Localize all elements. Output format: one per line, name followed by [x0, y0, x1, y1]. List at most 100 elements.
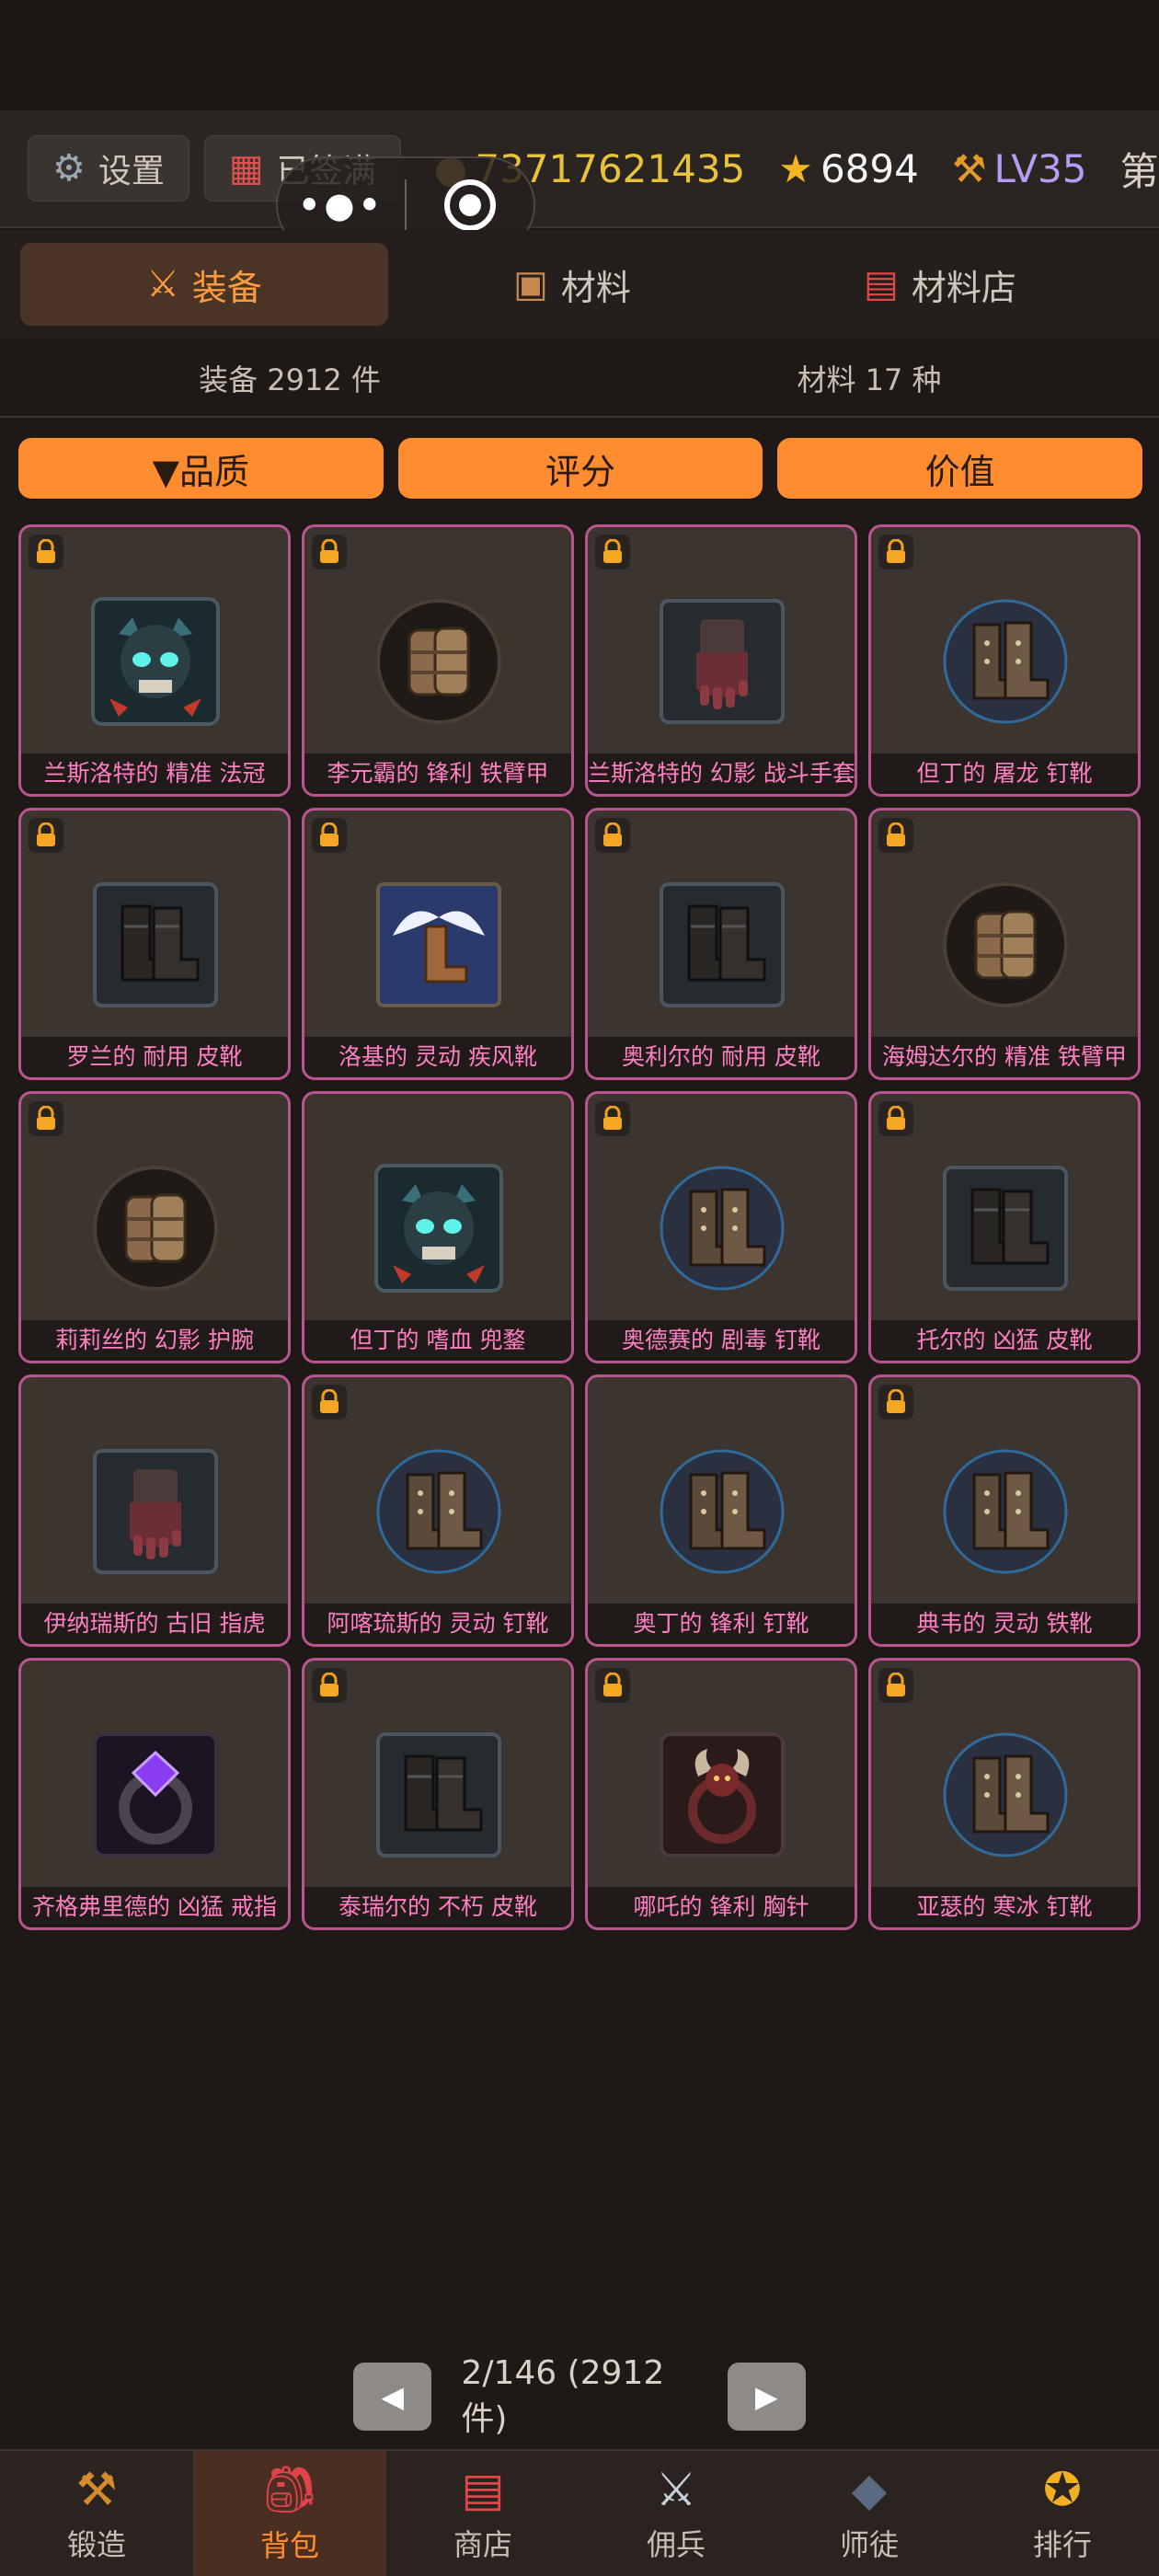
nav-forge-label: 锻造 [66, 2527, 126, 2562]
sort-bar: ▼品质 评分 价值 [18, 438, 1143, 499]
floor-value: 第 4 [1119, 148, 1159, 194]
leather-boots-icon [87, 877, 224, 1013]
settings-button[interactable]: ⚙ 设置 [28, 135, 189, 201]
nav-mentorship[interactable]: ◆ 师徒 [773, 2451, 966, 2576]
graduation-cap-icon: ◆ [851, 2463, 888, 2516]
tab-materials[interactable]: ▣ 材料 [388, 243, 756, 326]
top-resource-bar: ⚙ 设置 ▦ 已签满 ● 73717621435 ★ 6894 ⚒ LV35 第… [0, 110, 1159, 228]
item-name: 奥利尔的 耐用 皮靴 [588, 1037, 855, 1077]
sort-value-button[interactable]: 价值 [777, 438, 1143, 499]
item-name: 海姆达尔的 精准 铁臂甲 [871, 1037, 1138, 1077]
item-card[interactable]: 莉莉丝的 幻影 护腕 [18, 1091, 291, 1363]
nav-ranking[interactable]: ✪ 排行 [966, 2451, 1159, 2576]
prev-page-button[interactable]: ◀ [353, 2363, 432, 2431]
nav-backpack[interactable]: 🎒︎ 背包 [193, 2451, 386, 2576]
inventory-counts: 装备 2912 件 材料 17 种 [0, 340, 1159, 418]
demon-ring-icon [654, 1727, 790, 1863]
more-dots-icon: •●• [298, 185, 384, 225]
lock-icon [312, 1668, 347, 1703]
sort-quality-button[interactable]: ▼品质 [18, 438, 384, 499]
tab-material-store[interactable]: ▤ 材料店 [756, 243, 1124, 326]
lock-icon [878, 818, 913, 853]
item-card[interactable]: 哪吒的 锋利 胸针 [585, 1658, 857, 1930]
lock-icon [29, 1101, 63, 1136]
tab-materials-label: 材料 [560, 267, 631, 308]
lock-icon [595, 535, 630, 569]
item-card[interactable]: 齐格弗里德的 凶猛 戒指 [18, 1658, 291, 1930]
lock-icon [29, 535, 63, 569]
lock-icon [878, 1385, 913, 1420]
package-icon: ▣ [513, 263, 548, 305]
nav-shop[interactable]: ▤ 商店 [386, 2451, 580, 2576]
item-card[interactable]: 奥德赛的 剧毒 钉靴 [585, 1091, 857, 1363]
settings-label: 设置 [98, 153, 165, 190]
item-card[interactable]: 罗兰的 耐用 皮靴 [18, 808, 291, 1080]
nav-mercenary[interactable]: ⚔ 佣兵 [580, 2451, 773, 2576]
stars-display: ★ 6894 [778, 146, 919, 191]
item-card[interactable]: 奥丁的 锋利 钉靴 [585, 1374, 857, 1647]
item-card[interactable]: 伊纳瑞斯的 古旧 指虎 [18, 1374, 291, 1647]
nav-mentorship-label: 师徒 [839, 2527, 899, 2562]
level-value: LV35 [993, 145, 1087, 191]
lock-icon [878, 1668, 913, 1703]
bracer-icon [87, 1160, 224, 1296]
page-indicator: 2/146 (2912件) [461, 2353, 665, 2438]
category-tabs: ⚔ 装备 ▣ 材料 ▤ 材料店 [0, 230, 1159, 339]
winged-boot-icon [371, 877, 507, 1013]
item-card[interactable]: 典韦的 灵动 铁靴 [868, 1374, 1141, 1647]
chevron-left-icon: ◀ [381, 2379, 405, 2414]
item-card[interactable]: 但丁的 屠龙 钉靴 [868, 524, 1141, 797]
medal-icon: ✪ [1043, 2463, 1082, 2516]
item-name: 奥丁的 锋利 钉靴 [588, 1604, 855, 1644]
lock-icon [878, 1101, 913, 1136]
floor-display: 第 4 [1119, 141, 1159, 197]
item-card[interactable]: 阿喀琉斯的 灵动 钉靴 [302, 1374, 574, 1647]
demon-helmet-icon [87, 593, 224, 730]
item-name: 齐格弗里德的 凶猛 戒指 [21, 1887, 288, 1927]
demon-helmet-icon [371, 1160, 507, 1296]
lock-icon [595, 1668, 630, 1703]
crossed-swords-icon: ⚔ [146, 263, 179, 305]
tab-material-store-label: 材料店 [911, 267, 1016, 308]
material-count: 材料 17 种 [797, 362, 942, 397]
item-card[interactable]: 洛基的 灵动 疾风靴 [302, 808, 574, 1080]
next-page-button[interactable]: ▶ [727, 2363, 806, 2431]
bottom-nav: ⚒ 锻造 🎒︎ 背包 ▤ 商店 ⚔ 佣兵 ◆ 师徒 ✪ 排行 [0, 2449, 1159, 2576]
item-name: 罗兰的 耐用 皮靴 [21, 1037, 288, 1077]
lock-icon [878, 535, 913, 569]
spiked-boots-icon [654, 1443, 790, 1580]
item-card[interactable]: 李元霸的 锋利 铁臂甲 [302, 524, 574, 797]
leather-boots-icon [937, 1160, 1073, 1296]
store-24-icon: ▤ [864, 263, 899, 305]
item-card[interactable]: 兰斯洛特的 幻影 战斗手套 [585, 524, 857, 797]
nav-ranking-label: 排行 [1032, 2527, 1092, 2562]
item-card[interactable]: 托尔的 凶猛 皮靴 [868, 1091, 1141, 1363]
lock-icon [312, 818, 347, 853]
item-name: 奥德赛的 剧毒 钉靴 [588, 1320, 855, 1361]
item-card[interactable]: 奥利尔的 耐用 皮靴 [585, 808, 857, 1080]
nav-forge[interactable]: ⚒ 锻造 [0, 2451, 193, 2576]
item-card[interactable]: 但丁的 嗜血 兜鍪 [302, 1091, 574, 1363]
sort-score-button[interactable]: 评分 [397, 438, 763, 499]
leather-boots-icon [654, 877, 790, 1013]
item-name: 兰斯洛特的 幻影 战斗手套 [588, 753, 855, 794]
tab-equipment[interactable]: ⚔ 装备 [20, 243, 388, 326]
bracer-icon [371, 593, 507, 730]
item-card[interactable]: 兰斯洛特的 精准 法冠 [18, 524, 291, 797]
chevron-right-icon: ▶ [754, 2379, 778, 2414]
hammer-icon: ⚒ [75, 2463, 118, 2516]
item-name: 阿喀琉斯的 灵动 钉靴 [304, 1604, 571, 1644]
item-card[interactable]: 海姆达尔的 精准 铁臂甲 [868, 808, 1141, 1080]
hammer-icon: ⚒ [951, 145, 987, 191]
item-name: 哪吒的 锋利 胸针 [588, 1887, 855, 1927]
lock-icon [595, 1101, 630, 1136]
calendar-icon: ▦ [228, 147, 264, 190]
status-area [0, 0, 1159, 110]
item-name: 泰瑞尔的 不朽 皮靴 [304, 1887, 571, 1927]
leather-boots-icon [371, 1727, 507, 1863]
item-card[interactable]: 亚瑟的 寒冰 钉靴 [868, 1658, 1141, 1930]
spiked-boots-icon [654, 1160, 790, 1296]
item-name: 但丁的 嗜血 兜鍪 [304, 1320, 571, 1361]
item-name: 莉莉丝的 幻影 护腕 [21, 1320, 288, 1361]
item-card[interactable]: 泰瑞尔的 不朽 皮靴 [302, 1658, 574, 1930]
